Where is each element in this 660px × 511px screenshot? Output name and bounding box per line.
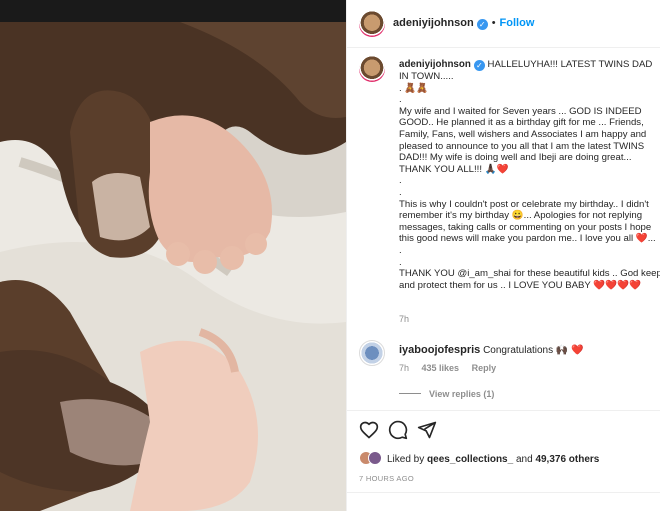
view-replies-button[interactable]: View replies (1) [399,389,494,399]
likes-prefix: Liked by [387,454,428,465]
heart-icon[interactable] [359,420,379,440]
verified-badge-icon: ✓ [476,19,488,30]
replies-dash [399,393,421,394]
post-photo[interactable] [0,0,346,511]
caption-text: HALLELUYHA!!! LATEST TWINS DAD IN TOWN..… [399,59,660,291]
likes-summary: Liked by qees_collections_ and 49,376 ot… [359,451,599,465]
verified-badge-icon: ✓ [473,60,485,71]
commenter-username[interactable]: iyaboojofespris [399,344,480,356]
comment-meta: 7h 435 likes Reply [399,363,506,373]
commenter-avatar[interactable] [359,340,385,366]
reply-button[interactable]: Reply [472,363,497,373]
comment-time: 7h [399,363,410,373]
comment-likes[interactable]: 435 likes [422,363,460,373]
posted-time[interactable]: 7 HOURS AGO [359,474,414,483]
liker-avatar[interactable] [368,451,382,465]
twins-hands-image [0,22,346,511]
comment-line: iyaboojofespris Congratulations 🙌🏿 ❤️ [399,344,584,356]
photo-top-bar [0,0,346,22]
caption-body: adeniyijohnson ✓ HALLELUYHA!!! LATEST TWI… [399,59,660,317]
bottom-divider [347,492,660,493]
post-detail-panel: adeniyijohnson ✓ • Follow adeniyijohnson ✓ H… [346,0,660,511]
post-header: adeniyijohnson ✓ • Follow [347,0,660,48]
caption-username[interactable]: adeniyijohnson [399,59,471,70]
likes-middle: and [513,454,536,465]
author-avatar[interactable] [359,11,385,37]
share-icon[interactable] [417,420,437,440]
likes-count[interactable]: 49,376 others [535,454,599,465]
follow-button[interactable]: Follow [500,17,535,29]
view-replies-label: View replies (1) [429,389,495,399]
author-username[interactable]: adeniyijohnson [393,17,474,29]
liker-username[interactable]: qees_collections_ [427,454,513,465]
caption-avatar[interactable] [359,56,385,82]
author-line: adeniyijohnson ✓ • Follow [393,17,534,30]
comment-text: Congratulations 🙌🏿 ❤️ [483,345,584,356]
comment-icon[interactable] [388,420,408,440]
separator-dot: • [491,17,496,29]
caption-time: 7h [399,314,410,324]
actions-divider [347,410,660,411]
